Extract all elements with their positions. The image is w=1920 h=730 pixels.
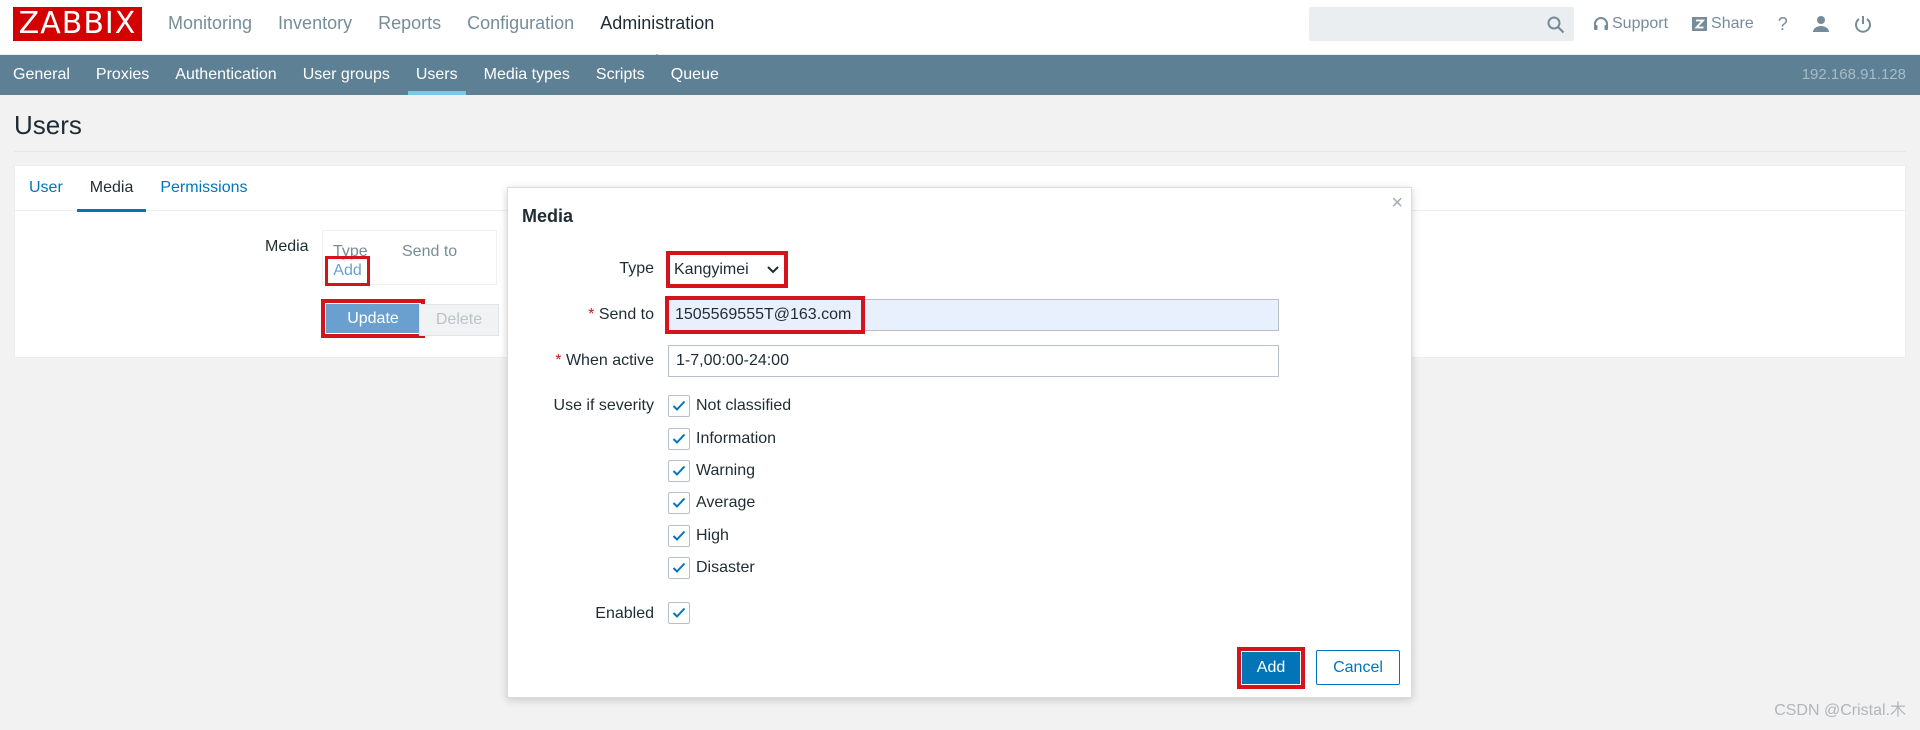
checkbox-checked-icon[interactable] [668,557,690,579]
type-select-value: Kangyimei [674,260,749,278]
checkbox-checked-icon[interactable] [668,602,690,624]
submenu-media-types[interactable]: Media types [471,55,583,95]
required-marker: * [555,352,566,369]
severity-disaster[interactable]: Disaster [668,557,755,579]
media-col-sendto: Send to [402,243,458,260]
checkbox-checked-icon[interactable] [668,428,690,450]
severity-warning[interactable]: Warning [668,460,755,482]
tab-user[interactable]: User [29,166,63,210]
close-icon[interactable]: × [1391,192,1403,215]
checkbox-checked-icon[interactable] [668,492,690,514]
zabbix-logo[interactable]: ZABBIX [13,7,142,41]
main-menu: Monitoring Inventory Reports Configurati… [155,0,727,63]
severity-not-classified[interactable]: Not classified [668,395,791,417]
sendto-field-label: * Send to [508,306,654,324]
share-label: Share [1711,15,1754,32]
severity-label-text: Not classified [696,397,792,414]
search-icon[interactable] [1547,16,1565,34]
admin-submenu: General Proxies Authentication User grou… [0,55,1920,95]
dialog-add-label: Add [1242,652,1300,684]
checkbox-checked-icon[interactable] [668,460,690,482]
severity-high[interactable]: High [668,525,729,547]
severity-average[interactable]: Average [668,492,755,514]
user-profile-icon[interactable] [1812,15,1830,33]
severity-label-text: High [696,527,729,544]
severity-label-text: Warning [696,462,755,479]
tab-permissions[interactable]: Permissions [160,166,247,210]
severity-information[interactable]: Information [668,428,776,450]
severity-label-text: Average [696,494,756,511]
submenu-users[interactable]: Users [403,55,471,95]
help-icon[interactable]: ? [1778,14,1788,35]
severity-label: Use if severity [553,397,654,414]
required-marker: * [588,306,599,323]
search-box [1309,7,1574,41]
add-media-link[interactable]: Add [325,256,370,286]
when-active-input[interactable] [668,345,1279,377]
update-button-label: Update [326,304,420,333]
severity-label-text: Information [696,430,777,447]
submenu-authentication[interactable]: Authentication [162,55,289,95]
support-label: Support [1612,15,1669,32]
share-link[interactable]: Share [1692,15,1754,33]
tab-media[interactable]: Media [76,166,147,212]
page-title: Users [14,110,82,140]
enabled-checkbox[interactable] [668,602,696,624]
watermark-text: CSDN @Cristal.木 [1774,702,1906,719]
submenu-scripts[interactable]: Scripts [583,55,658,95]
dialog-title: Media [522,206,574,226]
submenu-user-groups[interactable]: User groups [290,55,403,95]
submenu-queue[interactable]: Queue [658,55,732,95]
checkbox-checked-icon[interactable] [668,525,690,547]
type-select[interactable]: Kangyimei [666,251,788,288]
title-divider [14,151,1906,152]
severity-label-text: Disaster [696,559,755,576]
dialog-cancel-button[interactable]: Cancel [1316,650,1400,685]
when-active-field-label: * When active [508,352,654,370]
when-active-label-text: When active [565,352,654,369]
sendto-label-text: Send to [598,306,654,323]
menu-administration[interactable]: Administration [587,0,727,63]
enabled-label: Enabled [595,605,654,622]
update-button[interactable]: Update [321,299,425,338]
delete-button[interactable]: Delete [419,304,499,336]
top-header: ZABBIX Monitoring Inventory Reports Conf… [0,0,1920,63]
menu-configuration[interactable]: Configuration [454,0,587,55]
menu-monitoring[interactable]: Monitoring [155,0,265,55]
chevron-down-icon [767,265,779,273]
media-label: Media [265,238,309,255]
server-address: 192.168.91.128 [1801,66,1906,83]
dialog-add-button[interactable]: Add [1237,647,1305,689]
header-links: Support Share ? [1593,0,1896,48]
submenu-general[interactable]: General [0,55,83,95]
menu-inventory[interactable]: Inventory [265,0,365,55]
sendto-value[interactable]: 1505569555T@163.com [665,296,865,334]
submenu-proxies[interactable]: Proxies [83,55,162,95]
sign-out-icon[interactable] [1854,15,1872,33]
share-z-icon [1692,17,1708,31]
headset-icon [1594,17,1608,30]
type-label: Type [619,260,654,277]
menu-reports[interactable]: Reports [365,0,454,55]
media-dialog: Media × Type Kangyimei * Send to 1505569… [507,187,1412,698]
support-link[interactable]: Support [1593,15,1668,33]
checkbox-checked-icon[interactable] [668,395,690,417]
search-input[interactable] [1310,8,1573,40]
